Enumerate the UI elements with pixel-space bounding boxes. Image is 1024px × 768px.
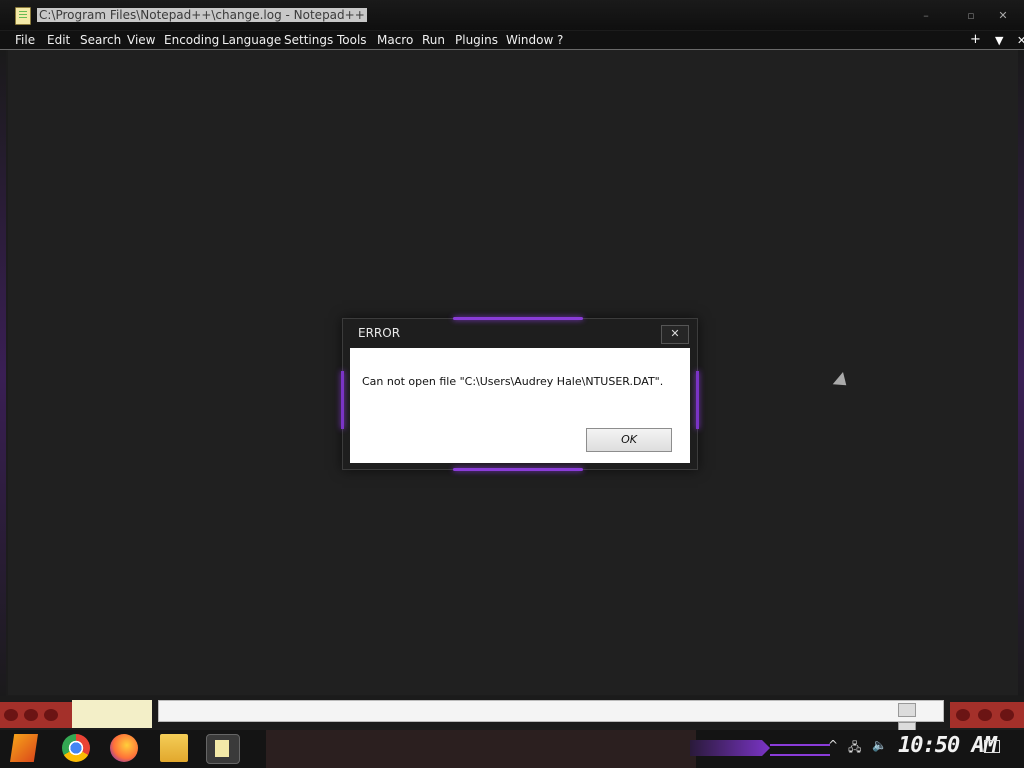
decor-dots-left (0, 702, 72, 728)
error-message: Can not open file "C:\Users\Audrey Hale\… (362, 375, 664, 388)
chrome-icon[interactable] (62, 734, 90, 762)
dialog-close-button[interactable]: ✕ (661, 325, 689, 344)
list-view-icon[interactable] (898, 703, 916, 717)
taskbar-purple-lines (770, 744, 830, 756)
volume-icon[interactable]: 🔈 (872, 738, 887, 752)
ok-button[interactable]: OK (586, 428, 672, 452)
decor-dots-right (950, 702, 1024, 728)
panel-icons (898, 702, 938, 736)
notepadpp-taskbar-icon[interactable] (206, 734, 240, 764)
menu-settings[interactable]: Settings (284, 33, 333, 47)
menu-encoding[interactable]: Encoding (164, 33, 219, 47)
decor-dot (4, 709, 18, 721)
menu-plugins[interactable]: Plugins (455, 33, 498, 47)
decor-dot (978, 709, 992, 721)
decor-dot (956, 709, 970, 721)
dialog-body: Can not open file "C:\Users\Audrey Hale\… (350, 348, 690, 463)
dialog-title: ERROR (358, 326, 401, 340)
tray-expand-icon[interactable]: ^ (828, 738, 838, 752)
close-window-button[interactable]: ✕ (982, 6, 1024, 26)
start-button[interactable] (10, 734, 38, 762)
menu-tools[interactable]: Tools (337, 33, 367, 47)
window-frame-right (1018, 50, 1024, 700)
status-input[interactable] (158, 700, 944, 722)
dialog-glow-bottom (453, 468, 583, 471)
menu-bar: File Edit Search View Encoding Language … (0, 31, 1024, 50)
menu-macro[interactable]: Macro (377, 33, 413, 47)
tab-list-button[interactable]: ▼ (995, 34, 1003, 47)
menu-run[interactable]: Run (422, 33, 445, 47)
taskbar-decor (266, 730, 696, 768)
decor-dot (44, 709, 58, 721)
menu-help[interactable]: ? (557, 33, 563, 47)
dialog-glow-right (696, 371, 699, 429)
minimize-button[interactable]: – (905, 6, 947, 26)
notepadpp-icon (15, 7, 31, 25)
note-panel (72, 700, 152, 728)
window-frame-left (0, 50, 6, 700)
clock[interactable]: 10:50 AM (898, 733, 997, 758)
menu-file[interactable]: File (15, 33, 35, 47)
firefox-icon[interactable] (110, 734, 138, 762)
notification-icon[interactable] (984, 740, 1000, 753)
decor-dot (24, 709, 38, 721)
menu-search[interactable]: Search (80, 33, 121, 47)
new-tab-button[interactable]: + (970, 32, 981, 47)
menu-window[interactable]: Window (506, 33, 553, 47)
error-dialog: ERROR ✕ Can not open file "C:\Users\Audr… (341, 317, 699, 471)
dialog-glow-top (453, 317, 583, 320)
network-icon[interactable]: 🖧 (848, 738, 861, 759)
menu-edit[interactable]: Edit (47, 33, 70, 47)
window-title: C:\Program Files\Notepad++\change.log - … (37, 8, 367, 22)
dialog-glow-left (341, 371, 344, 429)
file-explorer-icon[interactable] (160, 734, 188, 762)
menu-view[interactable]: View (127, 33, 155, 47)
close-tab-button[interactable]: ✕ (1017, 34, 1024, 47)
title-bar: C:\Program Files\Notepad++\change.log - … (0, 0, 1024, 30)
taskbar-purple-arrow (690, 740, 770, 756)
decor-dot (1000, 709, 1014, 721)
menu-language[interactable]: Language (222, 33, 281, 47)
